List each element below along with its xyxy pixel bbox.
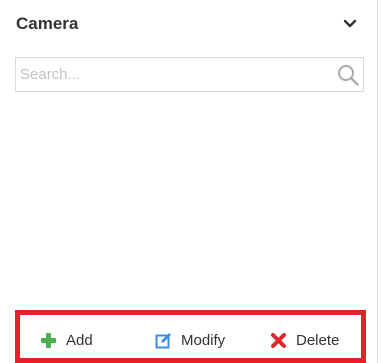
modify-button[interactable]: Modify bbox=[155, 329, 225, 351]
search-box bbox=[15, 57, 364, 92]
add-button-label: Add bbox=[66, 331, 93, 349]
panel-title: Camera bbox=[16, 14, 79, 33]
chevron-down-icon[interactable] bbox=[341, 15, 359, 33]
search-input[interactable] bbox=[20, 58, 328, 91]
search-icon[interactable] bbox=[336, 63, 360, 87]
camera-panel: Camera Add bbox=[0, 0, 378, 363]
action-toolbar: Add Modify Delete bbox=[15, 310, 366, 363]
modify-button-label: Modify bbox=[181, 331, 226, 349]
plus-icon bbox=[40, 332, 57, 349]
panel-header[interactable]: Camera bbox=[0, 0, 377, 46]
camera-list bbox=[15, 100, 364, 305]
edit-icon bbox=[155, 332, 172, 349]
close-icon bbox=[270, 332, 287, 349]
delete-button[interactable]: Delete bbox=[270, 329, 339, 351]
add-button[interactable]: Add bbox=[40, 329, 93, 351]
delete-button-label: Delete bbox=[296, 331, 340, 349]
